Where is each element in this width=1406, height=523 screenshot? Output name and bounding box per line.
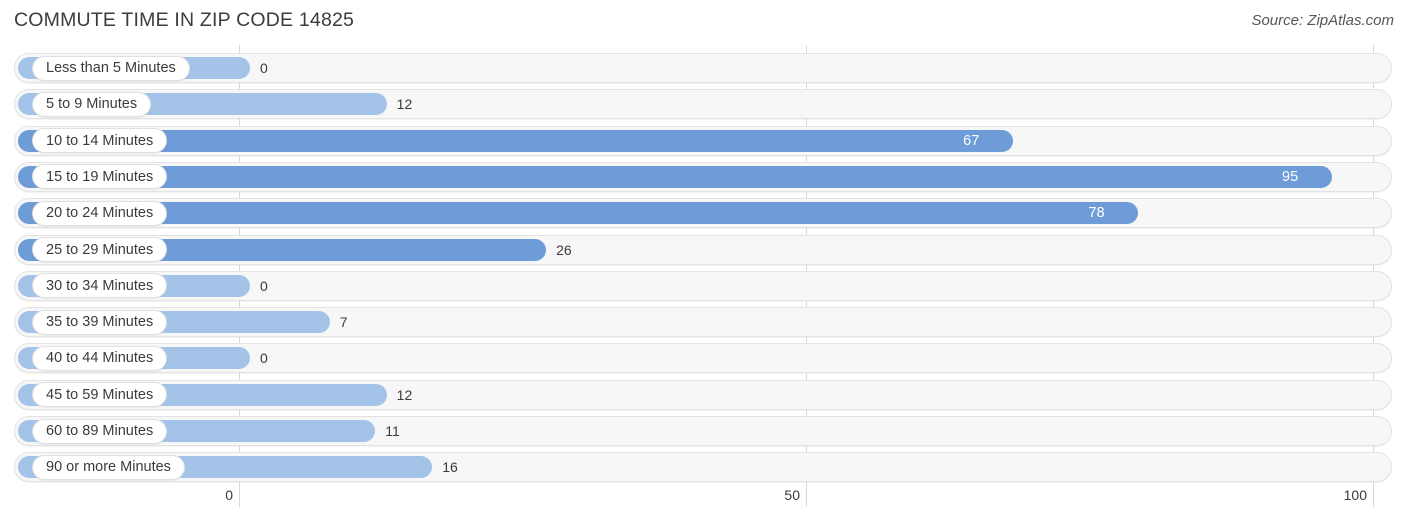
bar-category-label: Less than 5 Minutes (32, 55, 190, 81)
bar-category-label: 90 or more Minutes (32, 454, 185, 480)
bar-category-label: 60 to 89 Minutes (32, 418, 168, 444)
bar-row[interactable]: Less than 5 Minutes 0 (14, 53, 1392, 83)
bar-category-label: 45 to 59 Minutes (32, 382, 168, 408)
bar-row[interactable]: 5 to 9 Minutes 12 (14, 89, 1392, 120)
chart-header: COMMUTE TIME IN ZIP CODE 14825 Source: Z… (0, 0, 1406, 45)
bar-row[interactable]: 15 to 19 Minutes 95 (14, 161, 1392, 192)
axis-tick-label: 50 (784, 487, 800, 503)
bar-value-label: 12 (396, 96, 413, 113)
bar-category-label-text: 30 to 34 Minutes (46, 277, 154, 294)
bar-value-label: 11 (385, 423, 400, 439)
axis-tick-label: 100 (1343, 487, 1367, 503)
bar-fill (18, 129, 1014, 152)
bar-value-label: 12 (396, 386, 413, 403)
bar-category-label: 5 to 9 Minutes (32, 91, 152, 117)
bar-row[interactable]: 60 to 89 Minutes 11 (14, 416, 1392, 446)
bar-value-label: 0 (260, 350, 268, 367)
bar-category-label-text: 45 to 59 Minutes (46, 386, 154, 403)
axis-tick-mark (239, 485, 240, 507)
x-axis: 0 50 100 (0, 485, 1406, 523)
bar-value-label: 0 (260, 60, 268, 76)
bar-row[interactable]: 90 or more Minutes 16 (14, 452, 1392, 483)
bar-category-label-text: 60 to 89 Minutes (46, 423, 154, 439)
bar-row[interactable]: 25 to 29 Minutes 26 (14, 234, 1392, 265)
bar-category-label: 15 to 19 Minutes (32, 164, 168, 190)
bar-category-label: 40 to 44 Minutes (32, 345, 168, 371)
bar-category-label: 30 to 34 Minutes (32, 273, 168, 299)
bar-row[interactable]: 45 to 59 Minutes 12 (14, 379, 1392, 410)
bar-value-label: 95 (1282, 168, 1299, 185)
bar-row[interactable]: 20 to 24 Minutes 78 (14, 198, 1392, 229)
bar-value-label: 78 (1088, 205, 1105, 222)
source-attribution: Source: ZipAtlas.com (1251, 12, 1394, 29)
bar-category-label-text: 5 to 9 Minutes (46, 96, 138, 113)
bar-category-label: 20 to 24 Minutes (32, 200, 168, 226)
bar-row[interactable]: 30 to 34 Minutes 0 (14, 270, 1392, 301)
bar-fill (18, 165, 1333, 188)
bar-category-label: 35 to 39 Minutes (32, 309, 168, 335)
bar-category-label-text: 15 to 19 Minutes (46, 168, 154, 185)
bar-value-label: 67 (963, 132, 980, 149)
bar-category-label-text: 90 or more Minutes (46, 459, 171, 476)
axis-tick-label: 0 (225, 487, 233, 503)
chart-plot-area: Less than 5 Minutes 0 5 to 9 Minutes 12 10 t… (0, 45, 1406, 485)
bar-value-label: 26 (556, 241, 572, 258)
bar-category-label-text: 10 to 14 Minutes (46, 132, 154, 149)
axis-tick-mark (806, 485, 807, 507)
bar-category-label: 25 to 29 Minutes (32, 237, 168, 262)
page-title: COMMUTE TIME IN ZIP CODE 14825 (14, 9, 355, 31)
bar-row[interactable]: 10 to 14 Minutes 67 (14, 125, 1392, 156)
bar-row[interactable]: 35 to 39 Minutes 7 (14, 307, 1392, 338)
bar-category-label-text: 25 to 29 Minutes (46, 241, 154, 258)
axis-tick-mark (1373, 485, 1374, 507)
bar-value-label: 7 (339, 314, 348, 331)
bar-category-label-text: 35 to 39 Minutes (46, 314, 154, 331)
bar-category-label: 10 to 14 Minutes (32, 128, 168, 154)
bar-category-label-text: Less than 5 Minutes (46, 60, 176, 76)
bar-fill (18, 202, 1139, 225)
bar-value-label: 16 (442, 459, 458, 476)
bar-category-label-text: 20 to 24 Minutes (46, 205, 154, 222)
bar-category-label-text: 40 to 44 Minutes (46, 350, 154, 367)
bar-row[interactable]: 40 to 44 Minutes 0 (14, 343, 1392, 374)
bar-value-label: 0 (260, 277, 268, 294)
